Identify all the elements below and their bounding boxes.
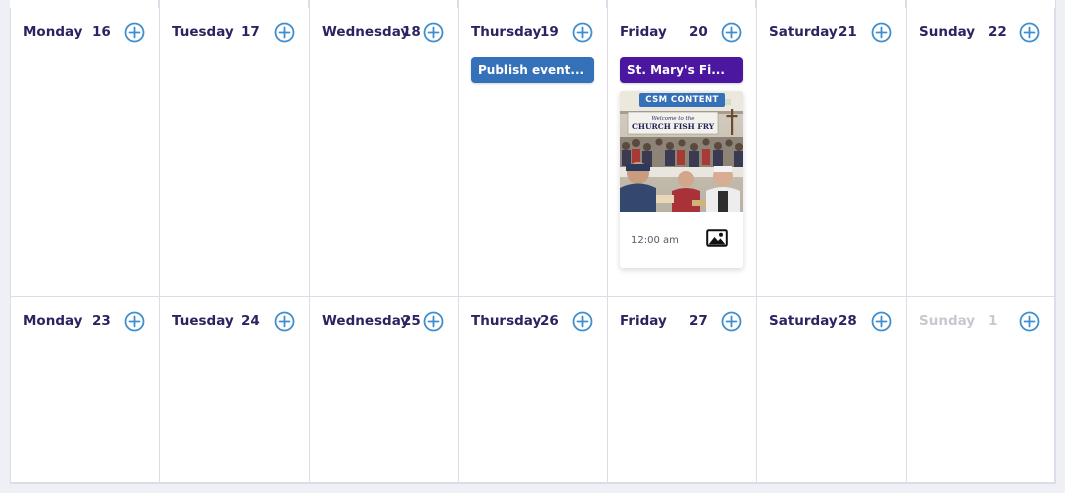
add-event-icon[interactable] bbox=[721, 311, 742, 332]
church-fish-fry-banner: Welcome to the CHURCH FISH FRY bbox=[632, 116, 715, 131]
csm-content-badge: CSM CONTENT bbox=[639, 93, 725, 107]
day-cell-saturday-28[interactable]: Saturday 28 bbox=[756, 297, 907, 483]
day-cell-sunday-22[interactable]: Sunday 22 bbox=[906, 8, 1055, 297]
add-event-icon[interactable] bbox=[274, 311, 295, 332]
day-cell-saturday-21[interactable]: Saturday 21 bbox=[756, 8, 907, 297]
add-event-icon[interactable] bbox=[871, 311, 892, 332]
add-event-icon[interactable] bbox=[124, 22, 145, 43]
day-name: Sunday bbox=[919, 313, 976, 329]
day-number: 22 bbox=[988, 24, 1007, 40]
day-cell-friday-20[interactable]: Friday 20 St. Mary's Fi... Welcome to th… bbox=[607, 8, 757, 297]
add-event-icon[interactable] bbox=[423, 311, 444, 332]
day-cell-sunday-1[interactable]: Sunday 1 bbox=[906, 297, 1055, 483]
add-event-icon[interactable] bbox=[572, 311, 593, 332]
event-publish[interactable]: Publish event... bbox=[471, 57, 594, 83]
post-time: 12:00 am bbox=[631, 235, 679, 246]
add-event-icon[interactable] bbox=[721, 22, 742, 43]
add-event-icon[interactable] bbox=[1019, 311, 1040, 332]
day-name: Monday bbox=[23, 313, 83, 329]
image-icon bbox=[706, 229, 728, 247]
day-name: Saturday bbox=[769, 313, 838, 329]
day-cell-tuesday-24[interactable]: Tuesday 24 bbox=[159, 297, 310, 483]
add-event-icon[interactable] bbox=[871, 22, 892, 43]
day-cell-monday-23[interactable]: Monday 23 bbox=[10, 297, 160, 483]
day-name: Sunday bbox=[919, 24, 976, 40]
day-cell-thursday-19[interactable]: Thursday 19 Publish event... bbox=[458, 8, 608, 297]
scheduled-post-card[interactable]: Welcome to the CHURCH FISH FRY CSM CONTE… bbox=[620, 91, 743, 268]
svg-text:CHURCH FISH FRY: CHURCH FISH FRY bbox=[632, 122, 715, 131]
add-event-icon[interactable] bbox=[423, 22, 444, 43]
day-name: Friday bbox=[620, 24, 667, 40]
day-name: Thursday bbox=[471, 313, 542, 329]
day-name: Monday bbox=[23, 24, 83, 40]
fish-fry-photo bbox=[620, 91, 743, 212]
day-cell-thursday-26[interactable]: Thursday 26 bbox=[458, 297, 608, 483]
day-cell-friday-27[interactable]: Friday 27 bbox=[607, 297, 757, 483]
day-number: 27 bbox=[689, 313, 708, 329]
day-name: Wednesday bbox=[322, 24, 410, 40]
day-name: Wednesday bbox=[322, 313, 410, 329]
day-number: 1 bbox=[988, 313, 998, 329]
day-name: Tuesday bbox=[172, 24, 234, 40]
day-name: Saturday bbox=[769, 24, 838, 40]
day-number: 19 bbox=[540, 24, 559, 40]
add-event-icon[interactable] bbox=[1019, 22, 1040, 43]
day-name: Tuesday bbox=[172, 313, 234, 329]
day-name: Friday bbox=[620, 313, 667, 329]
event-st-marys[interactable]: St. Mary's Fi... bbox=[620, 57, 743, 83]
add-event-icon[interactable] bbox=[572, 22, 593, 43]
day-cell-wednesday-25[interactable]: Wednesday 25 bbox=[309, 297, 459, 483]
week-calendar: Monday 16 Tuesday 17 Wednesday 18 Thursd… bbox=[10, 0, 1056, 484]
day-cell-wednesday-18[interactable]: Wednesday 18 bbox=[309, 8, 459, 297]
day-cell-monday-16[interactable]: Monday 16 bbox=[10, 8, 160, 297]
day-number: 17 bbox=[241, 24, 260, 40]
day-number: 18 bbox=[402, 24, 421, 40]
day-number: 21 bbox=[838, 24, 857, 40]
day-name: Thursday bbox=[471, 24, 542, 40]
add-event-icon[interactable] bbox=[274, 22, 295, 43]
day-number: 28 bbox=[838, 313, 857, 329]
day-number: 23 bbox=[92, 313, 111, 329]
add-event-icon[interactable] bbox=[124, 311, 145, 332]
day-cell-tuesday-17[interactable]: Tuesday 17 bbox=[159, 8, 310, 297]
day-number: 16 bbox=[92, 24, 111, 40]
day-number: 26 bbox=[540, 313, 559, 329]
day-number: 24 bbox=[241, 313, 260, 329]
day-number: 20 bbox=[689, 24, 708, 40]
day-number: 25 bbox=[402, 313, 421, 329]
